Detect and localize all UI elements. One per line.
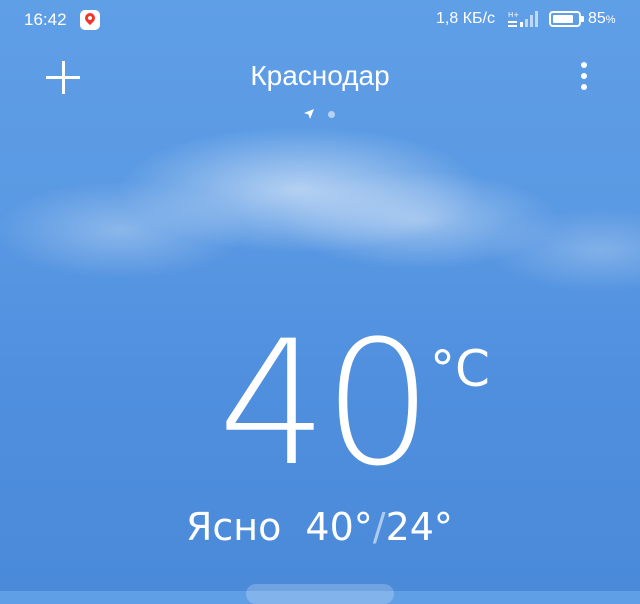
battery-percent: 85% bbox=[588, 10, 616, 27]
condition-row: Ясно 40°/24° bbox=[186, 505, 453, 549]
current-temperature: 40 bbox=[218, 303, 433, 504]
forecast-card-edge[interactable] bbox=[246, 584, 394, 604]
temperature-unit: °C bbox=[430, 340, 490, 398]
page-dot bbox=[328, 111, 335, 118]
network-speed: 1,8 КБ/с bbox=[436, 10, 495, 27]
cell-signal-icon: H+ bbox=[508, 11, 538, 27]
city-title: Краснодар bbox=[250, 60, 390, 91]
battery-icon bbox=[549, 11, 584, 27]
weather-condition: Ясно bbox=[186, 505, 282, 549]
status-time: 16:42 bbox=[24, 10, 67, 29]
temp-separator: / bbox=[372, 505, 386, 549]
page-indicator bbox=[303, 108, 343, 122]
maps-pin-icon bbox=[80, 10, 100, 30]
battery-fill bbox=[553, 15, 573, 23]
low-temperature: 24° bbox=[385, 505, 453, 549]
more-vertical-icon bbox=[581, 62, 587, 68]
location-arrow-icon bbox=[304, 109, 314, 119]
high-temperature: 40° bbox=[305, 505, 373, 549]
status-bar: 16:42 1,8 КБ/с H+ 85% bbox=[0, 0, 640, 40]
more-menu-button[interactable] bbox=[572, 60, 596, 94]
svg-text:H+: H+ bbox=[508, 11, 519, 19]
